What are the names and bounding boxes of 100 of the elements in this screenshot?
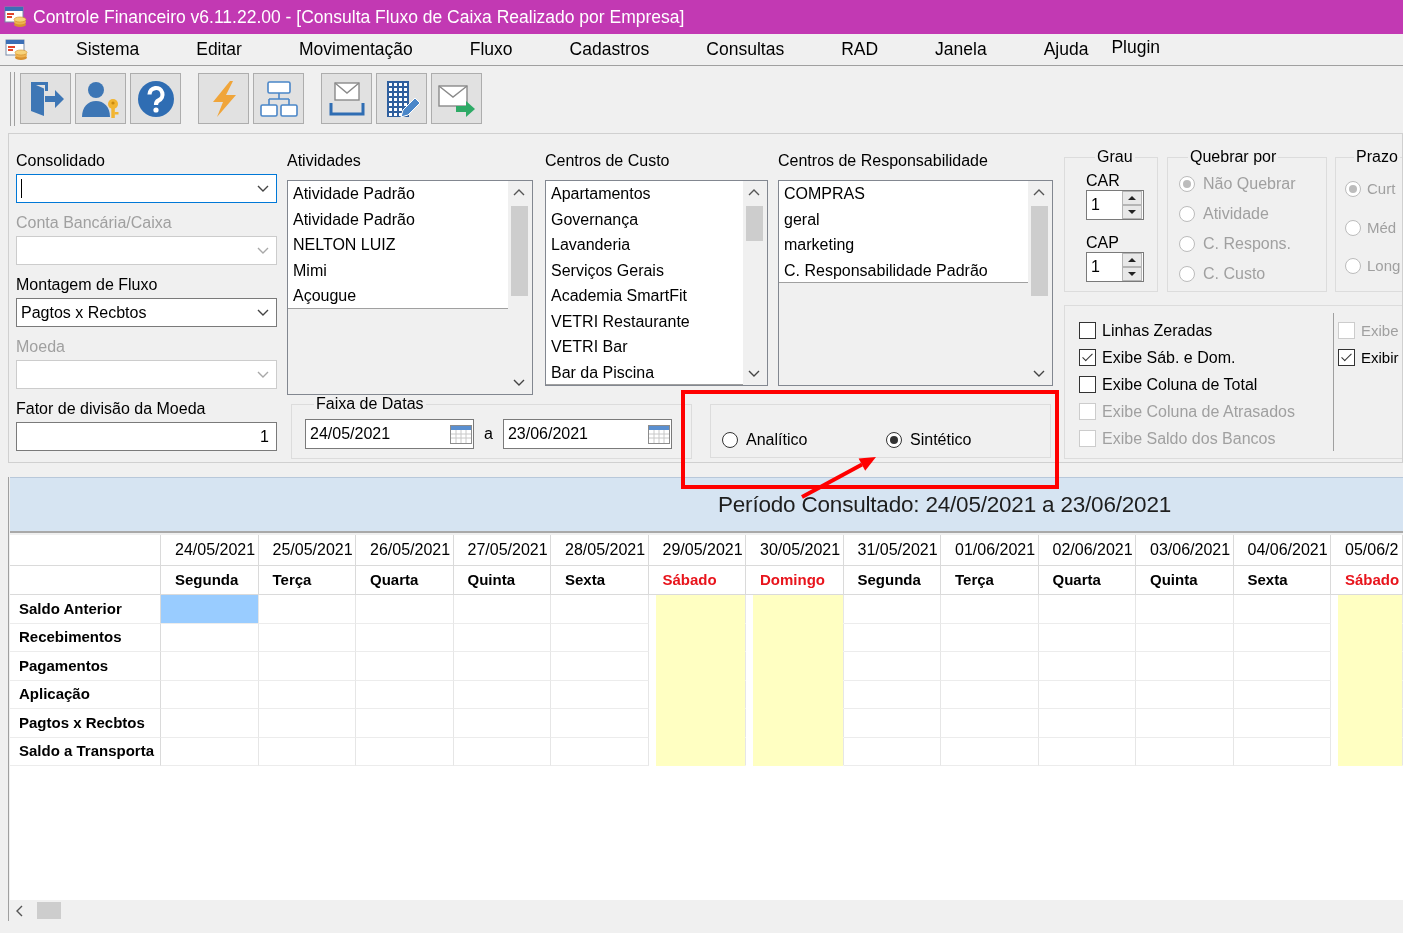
grid-cell[interactable] (1038, 709, 1136, 738)
grid-cell[interactable] (356, 652, 454, 681)
scroll-thumb[interactable] (37, 902, 61, 919)
grid-cell[interactable] (843, 652, 941, 681)
checkbox-label[interactable]: Exibir (1361, 348, 1399, 367)
grid-cell[interactable] (258, 680, 356, 709)
exit-button[interactable] (20, 73, 71, 124)
list-item[interactable]: Academia SmartFit (546, 283, 743, 309)
grid-cell[interactable] (843, 623, 941, 652)
grid-cell[interactable] (161, 623, 259, 652)
grid-cell[interactable] (258, 709, 356, 738)
scroll-thumb[interactable] (745, 206, 763, 241)
spin-field[interactable]: 1 (1086, 190, 1144, 220)
menu-item[interactable]: Consultas (704, 39, 787, 60)
list-item[interactable]: NELTON LUIZ (288, 232, 508, 258)
grid-cell[interactable] (551, 623, 649, 652)
lightning-button[interactable] (198, 73, 249, 124)
dropdown-field[interactable] (16, 174, 277, 203)
grid-cell[interactable] (843, 709, 941, 738)
dropdown-field[interactable]: Pagtos x Recbtos (16, 298, 277, 327)
spin-arrows-icon[interactable] (1122, 253, 1142, 281)
grid-cell[interactable] (551, 652, 649, 681)
grid-cell[interactable] (843, 680, 941, 709)
chevron-down-icon[interactable] (1033, 370, 1045, 377)
list-item[interactable]: Serviços Gerais (546, 257, 743, 283)
option-label[interactable]: Sintético (910, 430, 972, 450)
grid-cell[interactable] (843, 595, 941, 624)
grid-cell[interactable] (356, 623, 454, 652)
grid-cell[interactable] (258, 623, 356, 652)
menu-item[interactable]: Janela (933, 39, 989, 60)
radio-button[interactable] (886, 432, 902, 448)
spin-arrows-icon[interactable] (1122, 191, 1142, 219)
menu-item[interactable]: Plugin (1109, 37, 1163, 58)
menu-item[interactable]: Cadastros (567, 39, 652, 60)
menu-item[interactable]: Ajuda (1041, 39, 1091, 60)
list-item[interactable]: marketing (779, 232, 1028, 258)
grid-cell[interactable] (161, 709, 259, 738)
grid-cell[interactable] (161, 737, 259, 766)
list-item[interactable]: Bar da Piscina (546, 359, 743, 385)
grid-cell[interactable] (161, 595, 259, 624)
grid-cell[interactable] (258, 595, 356, 624)
grid-cell[interactable] (453, 623, 551, 652)
mail-tray-button[interactable] (321, 73, 372, 124)
chevron-up-icon[interactable] (1033, 189, 1045, 196)
grid-cell[interactable] (356, 709, 454, 738)
grid-cell[interactable] (356, 595, 454, 624)
checkbox-label[interactable]: Exibe Coluna de Total (1102, 374, 1258, 395)
grid-cell[interactable] (941, 680, 1039, 709)
menu-item[interactable]: Editar (194, 39, 244, 60)
menu-item[interactable]: Movimentação (296, 39, 415, 60)
grid-cell[interactable] (941, 623, 1039, 652)
grid-cell[interactable] (1038, 737, 1136, 766)
option-label[interactable]: Analítico (746, 430, 808, 450)
scroll-thumb[interactable] (1030, 206, 1048, 296)
grid-cell[interactable] (551, 680, 649, 709)
list-box[interactable]: Apartamentos Governança Lavanderia Serviços Gerais Academia SmartFit VETRI Restaurante VETRI Bar Bar da Piscina (545, 180, 768, 386)
grid-cell[interactable] (453, 680, 551, 709)
list-item[interactable]: Açougue (288, 283, 508, 309)
grid-cell[interactable] (356, 680, 454, 709)
list-item[interactable]: geral (779, 206, 1028, 232)
list-item[interactable]: Atividade Padrão (288, 181, 508, 207)
chevron-up-icon[interactable] (748, 189, 760, 196)
grid-cell[interactable] (453, 737, 551, 766)
grip-handle[interactable] (10, 71, 15, 126)
list-item[interactable]: Atividade Padrão (288, 206, 508, 232)
scroll-thumb[interactable] (510, 206, 528, 296)
list-item[interactable]: Lavanderia (546, 232, 743, 258)
checkbox[interactable] (1079, 349, 1096, 366)
grid-cell[interactable] (1038, 595, 1136, 624)
grid-cell[interactable] (161, 652, 259, 681)
checkbox[interactable] (1338, 349, 1355, 366)
grid-cell[interactable] (258, 652, 356, 681)
list-item[interactable]: Apartamentos (546, 181, 743, 207)
date-field[interactable]: 24/05/2021 (305, 419, 474, 449)
grid-cell[interactable] (1136, 709, 1234, 738)
grid-cell[interactable] (941, 595, 1039, 624)
list-box[interactable]: COMPRAS geral marketing C. Responsabilidade Padrão (778, 180, 1053, 386)
checkbox-label[interactable]: Exibe Sáb. e Dom. (1102, 347, 1236, 368)
grid-cell[interactable] (551, 595, 649, 624)
list-item[interactable]: VETRI Restaurante (546, 308, 743, 334)
grid-cell[interactable] (941, 737, 1039, 766)
grid-cell[interactable] (453, 652, 551, 681)
list-item[interactable]: Mimi (288, 257, 508, 283)
list-box[interactable]: Atividade Padrão Atividade Padrão NELTON LUIZ Mimi Açougue (287, 180, 533, 395)
calendar-icon[interactable] (450, 424, 472, 444)
checkbox[interactable] (1079, 322, 1096, 339)
grid-cell[interactable] (258, 737, 356, 766)
chevron-left-icon[interactable] (16, 904, 23, 917)
hierarchy-button[interactable] (253, 73, 304, 124)
chevron-up-icon[interactable] (513, 189, 525, 196)
grid-cell[interactable] (551, 737, 649, 766)
radio-button[interactable] (722, 432, 738, 448)
grid-cell[interactable] (1038, 680, 1136, 709)
chevron-down-icon[interactable] (513, 379, 525, 386)
chevron-down-icon[interactable] (748, 370, 760, 377)
grid-cell[interactable] (1136, 737, 1234, 766)
calendar-icon[interactable] (647, 424, 670, 444)
list-item[interactable]: COMPRAS (779, 181, 1028, 207)
app-icon[interactable] (5, 38, 29, 61)
menu-item[interactable]: Fluxo (467, 39, 515, 60)
